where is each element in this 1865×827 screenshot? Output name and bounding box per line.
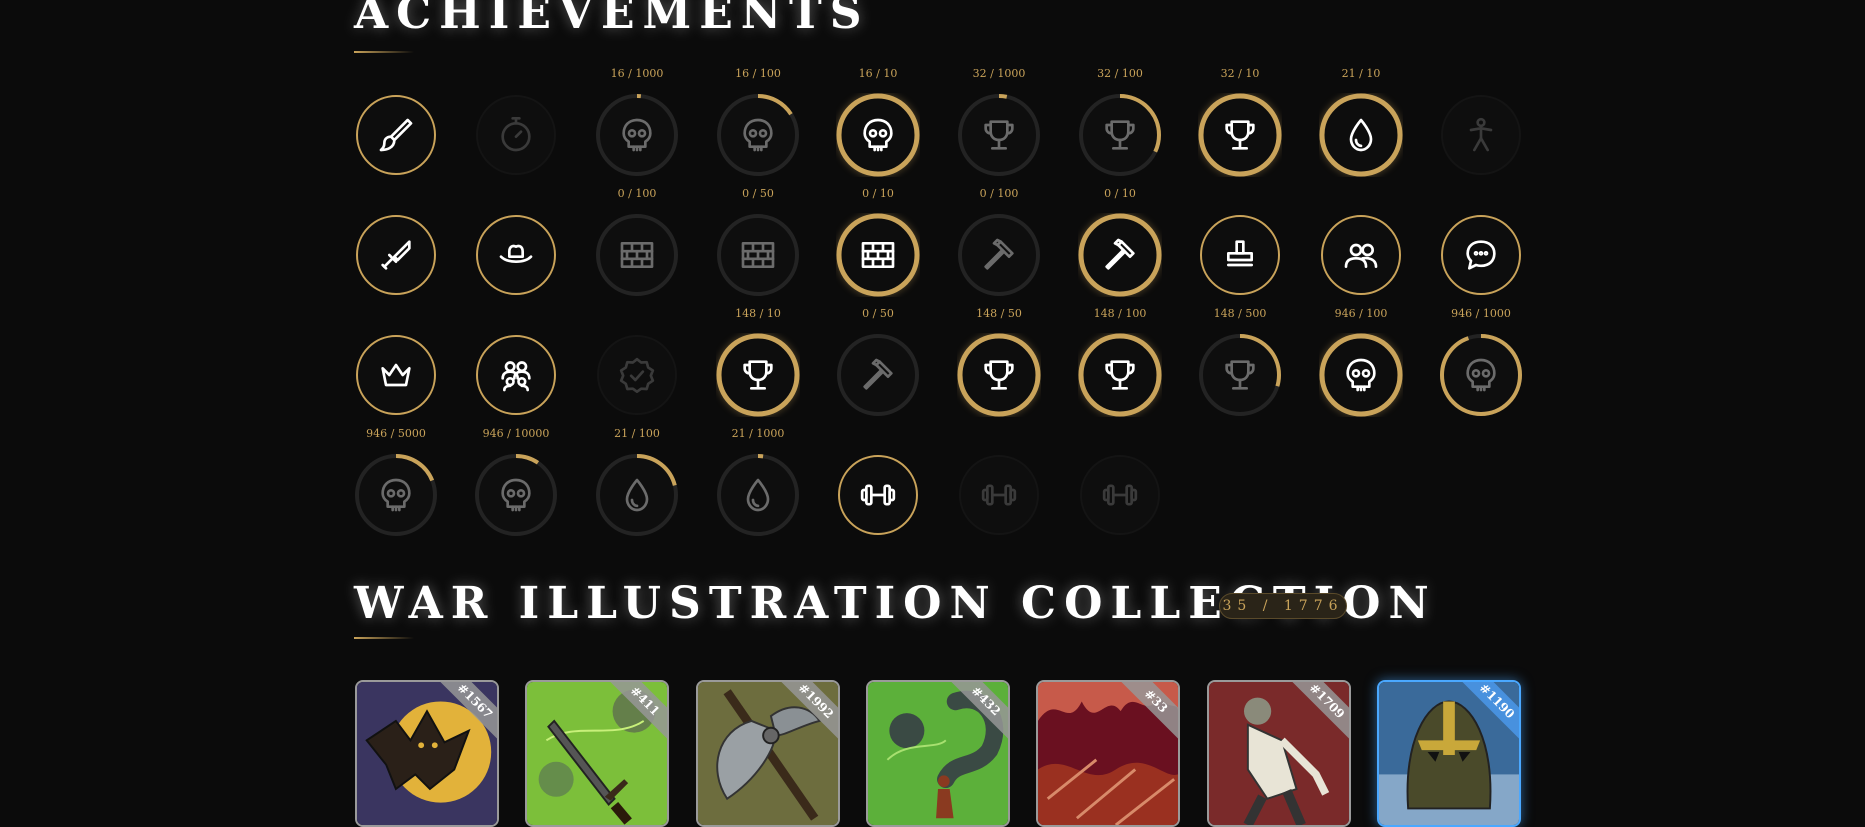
illustration-card[interactable]: #432 (866, 680, 1010, 827)
achievement-badge[interactable]: 32 / 10 (1198, 67, 1282, 177)
achievement-badge[interactable]: 148 / 50 (957, 307, 1041, 417)
achievement-badge[interactable]: 0 / 10 (1078, 187, 1162, 297)
trophy-icon (1225, 360, 1255, 390)
brick-wall-icon (861, 242, 895, 268)
achievement-badge[interactable] (1439, 213, 1523, 297)
skull-icon (381, 478, 411, 512)
achievement-progress-label: 21 / 10 (1341, 67, 1381, 80)
brush-icon (379, 118, 413, 152)
achievement-badge[interactable]: 21 / 10 (1319, 67, 1403, 177)
war-collection-title-underline (354, 637, 414, 639)
achievement-badge[interactable]: 148 / 10 (716, 307, 800, 417)
achievement-badge[interactable]: 946 / 100 (1319, 307, 1403, 417)
achievement-badge[interactable]: 32 / 100 (1078, 67, 1162, 177)
hammer-icon (863, 358, 893, 390)
skull-icon (501, 478, 531, 512)
achievement-badge[interactable] (595, 333, 679, 417)
achievements-title: ACHIEVEMENTS (354, 0, 870, 39)
dumbbell-icon (1102, 484, 1138, 506)
achievement-badge[interactable] (354, 333, 438, 417)
achievement-badge[interactable] (354, 213, 438, 297)
skull-icon (863, 118, 893, 152)
achievement-badge[interactable] (957, 453, 1041, 537)
skull-icon (743, 118, 773, 152)
achievement-badge[interactable]: 32 / 1000 (957, 67, 1041, 177)
illustration-card[interactable]: #411 (525, 680, 669, 827)
achievement-progress-label: 21 / 1000 (731, 427, 785, 440)
stopwatch-icon (501, 117, 531, 152)
users-icon (1344, 243, 1378, 268)
hammer-icon (984, 238, 1014, 270)
achievement-badge[interactable] (474, 93, 558, 177)
achievement-badge[interactable] (1198, 213, 1282, 297)
achievement-badge[interactable]: 946 / 1000 (1439, 307, 1523, 417)
achievement-badge[interactable] (474, 213, 558, 297)
illustration-card[interactable]: #1992 (696, 680, 840, 827)
achievements-title-underline (354, 51, 414, 53)
trophy-icon (984, 120, 1014, 150)
trophy-icon (1225, 120, 1255, 150)
illustration-card[interactable]: #1567 (355, 680, 499, 827)
achievement-badge[interactable] (1439, 93, 1523, 177)
achievement-badge[interactable] (1078, 453, 1162, 537)
dumbbell-icon (860, 484, 896, 506)
group-icon (501, 361, 531, 392)
illustration-card[interactable]: #33 (1036, 680, 1180, 827)
person-icon (1469, 117, 1493, 152)
achievement-badge[interactable]: 0 / 100 (595, 187, 679, 297)
achievement-badge[interactable]: 16 / 10 (836, 67, 920, 177)
achievement-badge[interactable]: 16 / 100 (716, 67, 800, 177)
achievement-badge[interactable]: 0 / 10 (836, 187, 920, 297)
achievement-badge[interactable]: 21 / 1000 (716, 427, 800, 537)
verified-badge-icon (619, 357, 655, 393)
achievement-badge[interactable] (474, 333, 558, 417)
achievement-badge[interactable]: 148 / 100 (1078, 307, 1162, 417)
illustration-card[interactable]: #1709 (1207, 680, 1351, 827)
trophy-icon (1105, 120, 1135, 150)
drop-icon (625, 478, 649, 512)
drop-icon (1349, 118, 1373, 152)
hat-icon (499, 244, 533, 263)
achievement-badge[interactable]: 148 / 500 (1198, 307, 1282, 417)
stamp-icon (1227, 240, 1253, 267)
hammer-icon (1105, 238, 1135, 270)
brick-wall-icon (741, 242, 775, 268)
achievement-badge[interactable] (1319, 213, 1403, 297)
brick-wall-icon (620, 242, 654, 268)
drop-icon (746, 478, 770, 512)
trophy-icon (1105, 360, 1135, 390)
skull-icon (1346, 358, 1376, 392)
achievement-badge[interactable]: 0 / 50 (836, 307, 920, 417)
achievement-badge[interactable] (354, 93, 438, 177)
trophy-icon (984, 360, 1014, 390)
illustration-card[interactable]: #1190 (1377, 680, 1521, 827)
sword-icon (381, 240, 411, 270)
achievement-badge[interactable]: 946 / 10000 (474, 427, 558, 537)
achievement-badge[interactable]: 0 / 100 (957, 187, 1041, 297)
achievement-badge[interactable]: 16 / 1000 (595, 67, 679, 177)
crown-icon (381, 363, 411, 387)
skull-icon (622, 118, 652, 152)
dumbbell-icon (981, 484, 1017, 506)
skull-icon (1466, 358, 1496, 392)
trophy-icon (743, 360, 773, 390)
chat-icon (1466, 240, 1496, 270)
collection-count-badge: 35 / 1776 (1219, 593, 1347, 619)
achievement-badge[interactable] (836, 453, 920, 537)
achievement-badge[interactable]: 946 / 5000 (354, 427, 438, 537)
achievement-progress-label: 946 / 1000 (1451, 307, 1511, 320)
achievement-badge[interactable]: 0 / 50 (716, 187, 800, 297)
achievement-badge[interactable]: 21 / 100 (595, 427, 679, 537)
achievement-progress-label: 0 / 10 (1104, 187, 1136, 200)
